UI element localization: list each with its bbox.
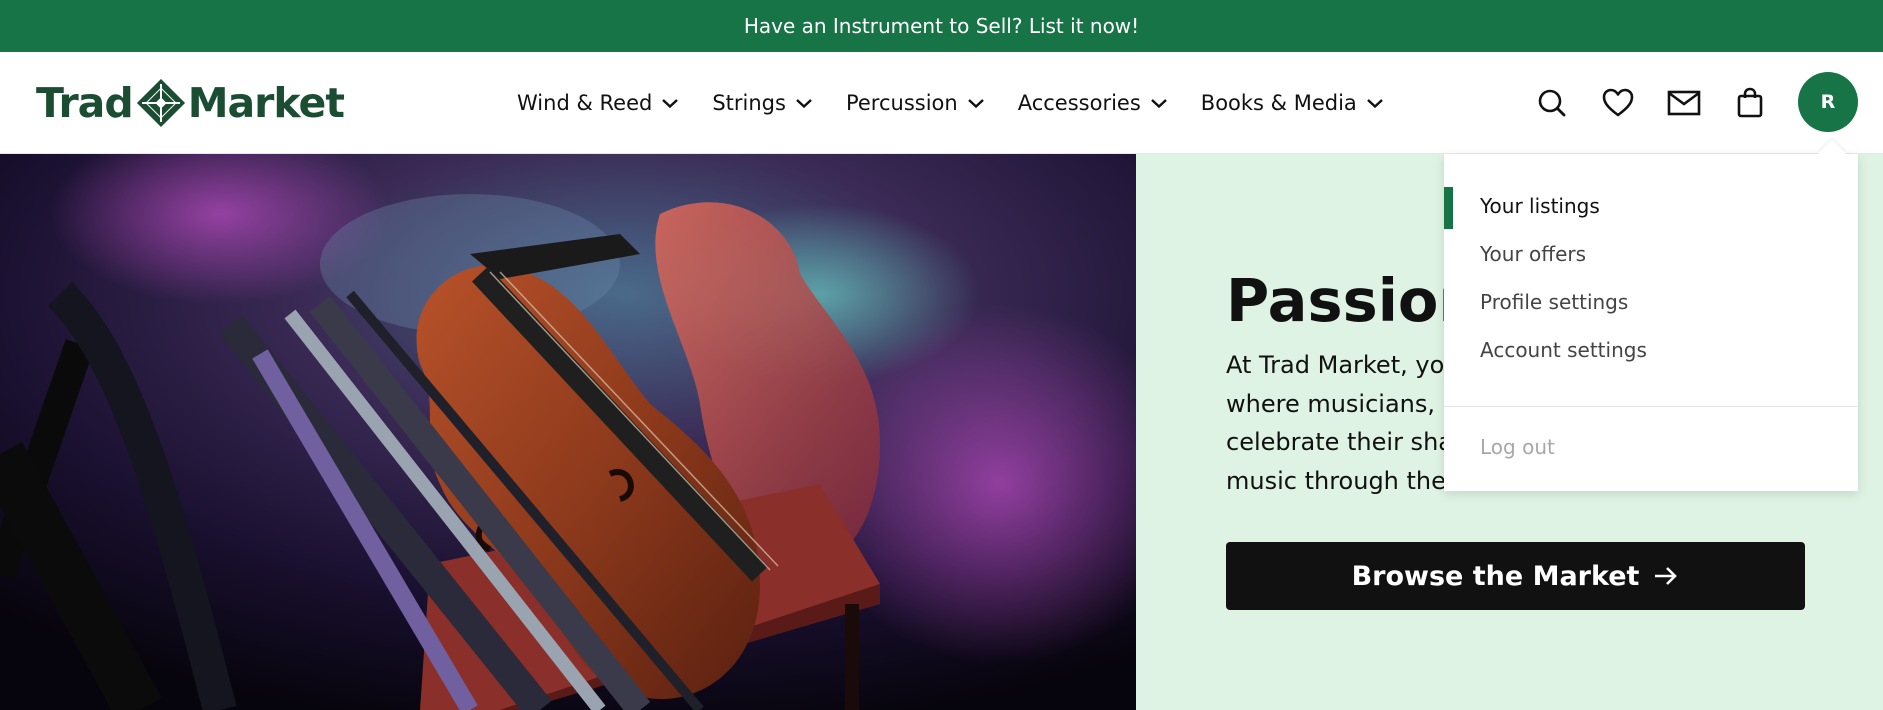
chevron-down-icon — [967, 99, 984, 109]
chevron-down-icon — [1366, 99, 1383, 109]
menu-divider — [1444, 406, 1858, 407]
nav-item-percussion[interactable]: Percussion — [846, 91, 985, 115]
menu-item-profile-settings[interactable]: Profile settings — [1480, 290, 1628, 314]
nav-item-wind-reed[interactable]: Wind & Reed — [517, 91, 679, 115]
celtic-knot-icon — [136, 78, 185, 128]
nav-item-accessories[interactable]: Accessories — [1018, 91, 1168, 115]
browse-market-button[interactable]: Browse the Market — [1226, 542, 1805, 610]
instrument-photo — [0, 154, 1136, 710]
search-icon — [1538, 89, 1566, 117]
menu-item-log-out[interactable]: Log out — [1480, 435, 1555, 459]
site-logo[interactable]: Trad Market — [36, 76, 345, 130]
hero-text-line: music through the i — [1226, 466, 1461, 495]
heart-icon — [1602, 88, 1634, 117]
nav-item-label: Strings — [712, 91, 786, 115]
hero-text-line: where musicians, m — [1226, 389, 1467, 418]
chevron-down-icon — [662, 99, 679, 109]
hero-text-line: celebrate their shar — [1226, 428, 1463, 456]
cart-button[interactable] — [1730, 83, 1770, 123]
shopping-bag-icon — [1737, 87, 1763, 118]
main-nav: Wind & Reed Strings Percussion Accessori… — [517, 82, 1417, 124]
favorites-button[interactable] — [1598, 83, 1638, 123]
menu-item-your-listings[interactable]: Your listings — [1480, 194, 1600, 218]
nav-item-label: Accessories — [1017, 91, 1141, 115]
nav-item-strings[interactable]: Strings — [712, 91, 813, 115]
search-button[interactable] — [1532, 83, 1572, 123]
user-avatar-button[interactable]: R — [1798, 72, 1858, 132]
arrow-right-icon — [1655, 567, 1678, 585]
announcement-link[interactable]: Have an Instrument to Sell? List it now! — [744, 14, 1139, 38]
menu-item-account-settings[interactable]: Account settings — [1480, 338, 1647, 362]
logo-text-right: Market — [187, 79, 345, 127]
mail-icon — [1667, 90, 1701, 116]
browse-market-label: Browse the Market — [1351, 560, 1640, 592]
nav-item-books-media[interactable]: Books & Media — [1201, 91, 1384, 115]
logo-text-left: Trad — [36, 79, 134, 127]
avatar-initial: R — [1820, 91, 1836, 113]
header-actions — [1532, 72, 1796, 134]
hero-title: Passion — [1226, 266, 1481, 335]
active-indicator — [1444, 187, 1453, 229]
chevron-down-icon — [1150, 99, 1167, 109]
nav-item-label: Books & Media — [1200, 91, 1357, 115]
nav-item-label: Percussion — [845, 91, 958, 115]
hero-text-line: At Trad Market, you — [1226, 351, 1460, 379]
hero-image — [0, 154, 1136, 710]
site-header: Trad Market Wind & Reed Strings Percussi… — [0, 52, 1883, 154]
nav-item-label: Wind & Reed — [517, 91, 653, 115]
messages-button[interactable] — [1664, 83, 1704, 123]
user-menu-dropdown: Your listings Your offers Profile settin… — [1444, 139, 1858, 491]
chevron-down-icon — [796, 99, 812, 109]
menu-item-your-offers[interactable]: Your offers — [1480, 242, 1586, 266]
announcement-bar: Have an Instrument to Sell? List it now! — [0, 0, 1883, 52]
